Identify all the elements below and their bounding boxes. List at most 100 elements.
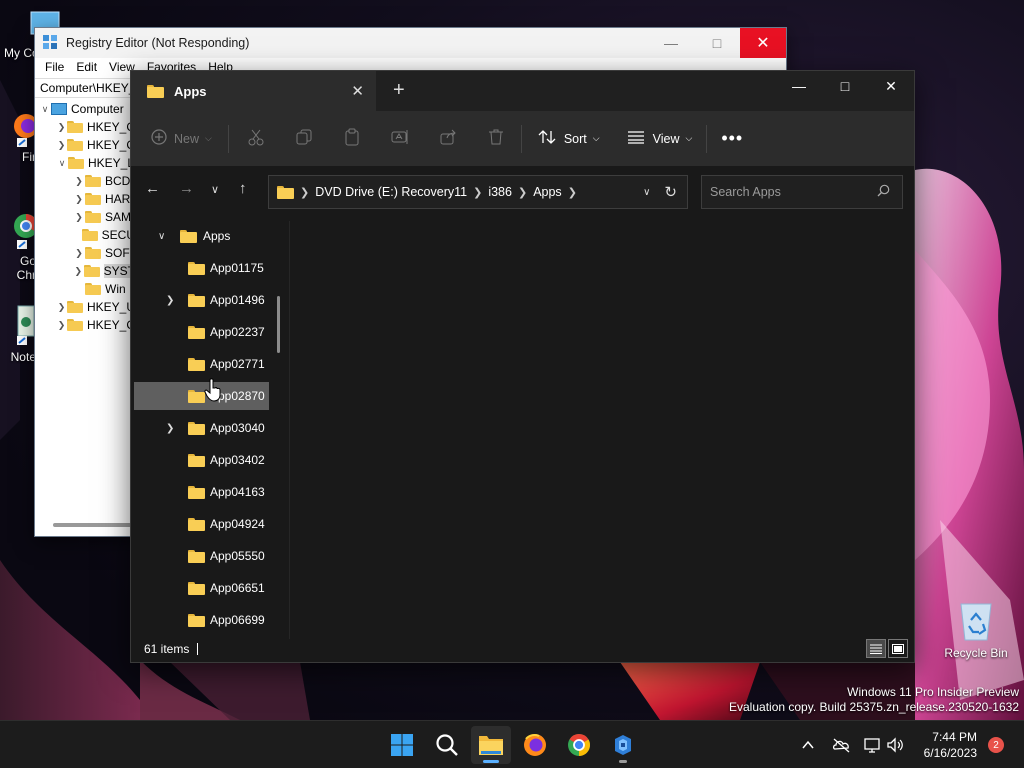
chevron-down-icon[interactable]: ∨ xyxy=(158,231,165,242)
desktop-icon-notepad[interactable]: Note xyxy=(0,304,36,364)
registry-tree-item[interactable]: ❯ SAM xyxy=(35,208,135,226)
taskbar-file-explorer[interactable] xyxy=(471,726,511,764)
taskbar-registry-editor[interactable] xyxy=(603,726,643,764)
forward-arrow-icon[interactable]: → xyxy=(179,180,194,197)
nav-tree-root-apps[interactable]: ∨ Apps xyxy=(134,222,269,250)
start-button[interactable] xyxy=(382,726,422,764)
chevron-right-icon[interactable]: ❯ xyxy=(56,320,67,331)
taskbar-firefox[interactable] xyxy=(515,726,555,764)
nav-tree-item[interactable]: App02870 xyxy=(134,382,269,410)
nav-tree-item[interactable]: App03402 xyxy=(134,446,269,474)
chevron-right-icon[interactable]: ❯ xyxy=(166,423,174,434)
volume-icon[interactable] xyxy=(886,721,906,768)
chevron-right-icon[interactable]: ❯ xyxy=(73,212,85,223)
registry-tree-item[interactable]: ❯ HKEY_C xyxy=(35,316,135,334)
breadcrumb-i386[interactable]: i386 xyxy=(488,185,512,199)
sort-button[interactable]: Sort ⌵ xyxy=(538,129,600,148)
paste-button[interactable] xyxy=(343,128,361,149)
details-view-button[interactable] xyxy=(866,639,886,658)
delete-button[interactable] xyxy=(487,128,505,149)
tiles-view-button[interactable] xyxy=(888,639,908,658)
nav-tree-item[interactable]: ❯ App03040 xyxy=(134,414,269,442)
close-button[interactable]: ✕ xyxy=(868,71,914,101)
minimize-button[interactable]: — xyxy=(776,71,822,101)
chevron-right-icon[interactable]: ❯ xyxy=(73,248,85,259)
registry-tree-item[interactable]: ❯ SYST xyxy=(35,262,135,280)
network-icon[interactable] xyxy=(863,721,883,768)
taskbar-search-button[interactable] xyxy=(427,726,467,764)
tab-apps[interactable]: Apps ✕ xyxy=(131,71,376,111)
nav-tree-item[interactable]: App02237 xyxy=(134,318,269,346)
address-bar[interactable]: ❯ DVD Drive (E:) Recovery11 ❯ i386 ❯ App… xyxy=(268,175,688,209)
file-explorer-window[interactable]: Apps ✕ + — □ ✕ New ⌵ Sort ⌵ View ⌵ ••• ←… xyxy=(130,70,915,663)
chevron-right-icon[interactable]: ❯ xyxy=(56,122,67,133)
new-button[interactable]: New ⌵ xyxy=(151,129,212,148)
address-history-chevron-icon[interactable]: ∨ xyxy=(643,187,650,198)
breadcrumb-apps[interactable]: Apps xyxy=(533,185,562,199)
registry-tree-item[interactable]: ❯ HKEY_U xyxy=(35,298,135,316)
view-button[interactable]: View ⌵ xyxy=(627,130,692,147)
nav-tree-item[interactable]: App04163 xyxy=(134,478,269,506)
refresh-icon[interactable]: ↻ xyxy=(664,183,677,201)
back-arrow-icon[interactable]: ← xyxy=(145,180,160,197)
nav-tree-item[interactable]: App06651 xyxy=(134,574,269,602)
desktop-icon-recycle-bin[interactable]: Recycle Bin xyxy=(941,598,1011,660)
up-arrow-icon[interactable]: ↑ xyxy=(239,180,247,197)
clock[interactable]: 7:44 PM 6/16/2023 xyxy=(915,729,977,761)
copy-button[interactable] xyxy=(295,128,313,149)
nav-tree-item[interactable]: App01175 xyxy=(134,254,269,282)
more-options-icon[interactable]: ••• xyxy=(721,128,743,149)
chevron-right-icon[interactable]: ❯ xyxy=(73,176,85,187)
chevron-right-icon[interactable]: ❯ xyxy=(56,302,67,313)
chevron-right-icon[interactable]: ❯ xyxy=(73,194,85,205)
folder-icon xyxy=(85,283,101,295)
registry-tree-item[interactable]: ∨ Computer xyxy=(35,100,135,118)
breadcrumb-dvd-drive[interactable]: DVD Drive (E:) Recovery11 xyxy=(315,185,467,199)
search-box[interactable]: Search Apps xyxy=(701,175,903,209)
navigation-pane-scrollbar[interactable] xyxy=(277,296,280,353)
chevron-right-icon[interactable]: ❯ xyxy=(166,295,174,306)
onedrive-offline-icon[interactable] xyxy=(832,721,852,768)
nav-tree-item[interactable]: App05550 xyxy=(134,542,269,570)
registry-tree[interactable]: ∨ Computer ❯ HKEY_C ❯ HKEY_C ∨ HKEY_L ❯ BCD ❯ HAR ❯ S… xyxy=(35,100,135,334)
desktop-icon-firefox[interactable]: Fir xyxy=(0,108,38,164)
horizontal-scrollbar[interactable] xyxy=(53,523,133,527)
chevron-right-icon[interactable]: ❯ xyxy=(56,140,67,151)
navigation-pane[interactable]: ∨ Apps App01175 ❯ App01496 App02237 App02771 Ap… xyxy=(131,221,291,639)
nav-tree-item[interactable]: App02771 xyxy=(134,350,269,378)
nav-tree-item[interactable]: App04924 xyxy=(134,510,269,538)
desktop-icon-chrome[interactable]: Go Chr xyxy=(0,212,38,282)
taskbar-chrome[interactable] xyxy=(559,726,599,764)
share-button[interactable] xyxy=(439,128,457,149)
registry-tree-item[interactable]: ❯ SOF xyxy=(35,244,135,262)
menu-edit[interactable]: Edit xyxy=(70,58,103,78)
menu-file[interactable]: File xyxy=(39,58,70,78)
maximize-button[interactable]: □ xyxy=(822,71,868,101)
chevron-down-icon[interactable]: ∨ xyxy=(56,158,68,169)
nav-tree-item[interactable]: ❯ App01496 xyxy=(134,286,269,314)
registry-tree-item[interactable]: SECU xyxy=(35,226,135,244)
chevron-right-icon[interactable]: ❯ xyxy=(73,266,84,277)
registry-tree-item[interactable]: ❯ HKEY_C xyxy=(35,118,135,136)
minimize-button[interactable]: — xyxy=(648,28,694,58)
nav-tree-item[interactable]: App06699 xyxy=(134,606,269,634)
registry-tree-item[interactable]: ❯ HAR xyxy=(35,190,135,208)
rename-button[interactable] xyxy=(391,128,409,149)
search-input[interactable]: Search Apps xyxy=(710,185,781,199)
recent-locations-chevron-icon[interactable]: ∨ xyxy=(211,183,219,196)
pane-divider[interactable] xyxy=(289,221,290,639)
maximize-button[interactable]: □ xyxy=(694,28,740,58)
registry-editor-titlebar[interactable]: Registry Editor (Not Responding) — □ ✕ xyxy=(35,28,786,58)
chevron-down-icon[interactable]: ∨ xyxy=(39,104,51,115)
notification-badge[interactable]: 2 xyxy=(988,737,1004,753)
cut-button[interactable] xyxy=(247,128,265,149)
registry-tree-item[interactable]: Win xyxy=(35,280,135,298)
registry-tree-item[interactable]: ❯ BCD xyxy=(35,172,135,190)
show-hidden-icons-chevron-icon[interactable] xyxy=(800,721,816,768)
registry-tree-item[interactable]: ❯ HKEY_C xyxy=(35,136,135,154)
new-tab-button[interactable]: + xyxy=(393,79,405,102)
close-tab-icon[interactable]: ✕ xyxy=(351,82,364,100)
nav-tree-label: App03402 xyxy=(210,453,265,467)
close-button[interactable]: ✕ xyxy=(740,28,786,58)
registry-tree-item[interactable]: ∨ HKEY_L xyxy=(35,154,135,172)
